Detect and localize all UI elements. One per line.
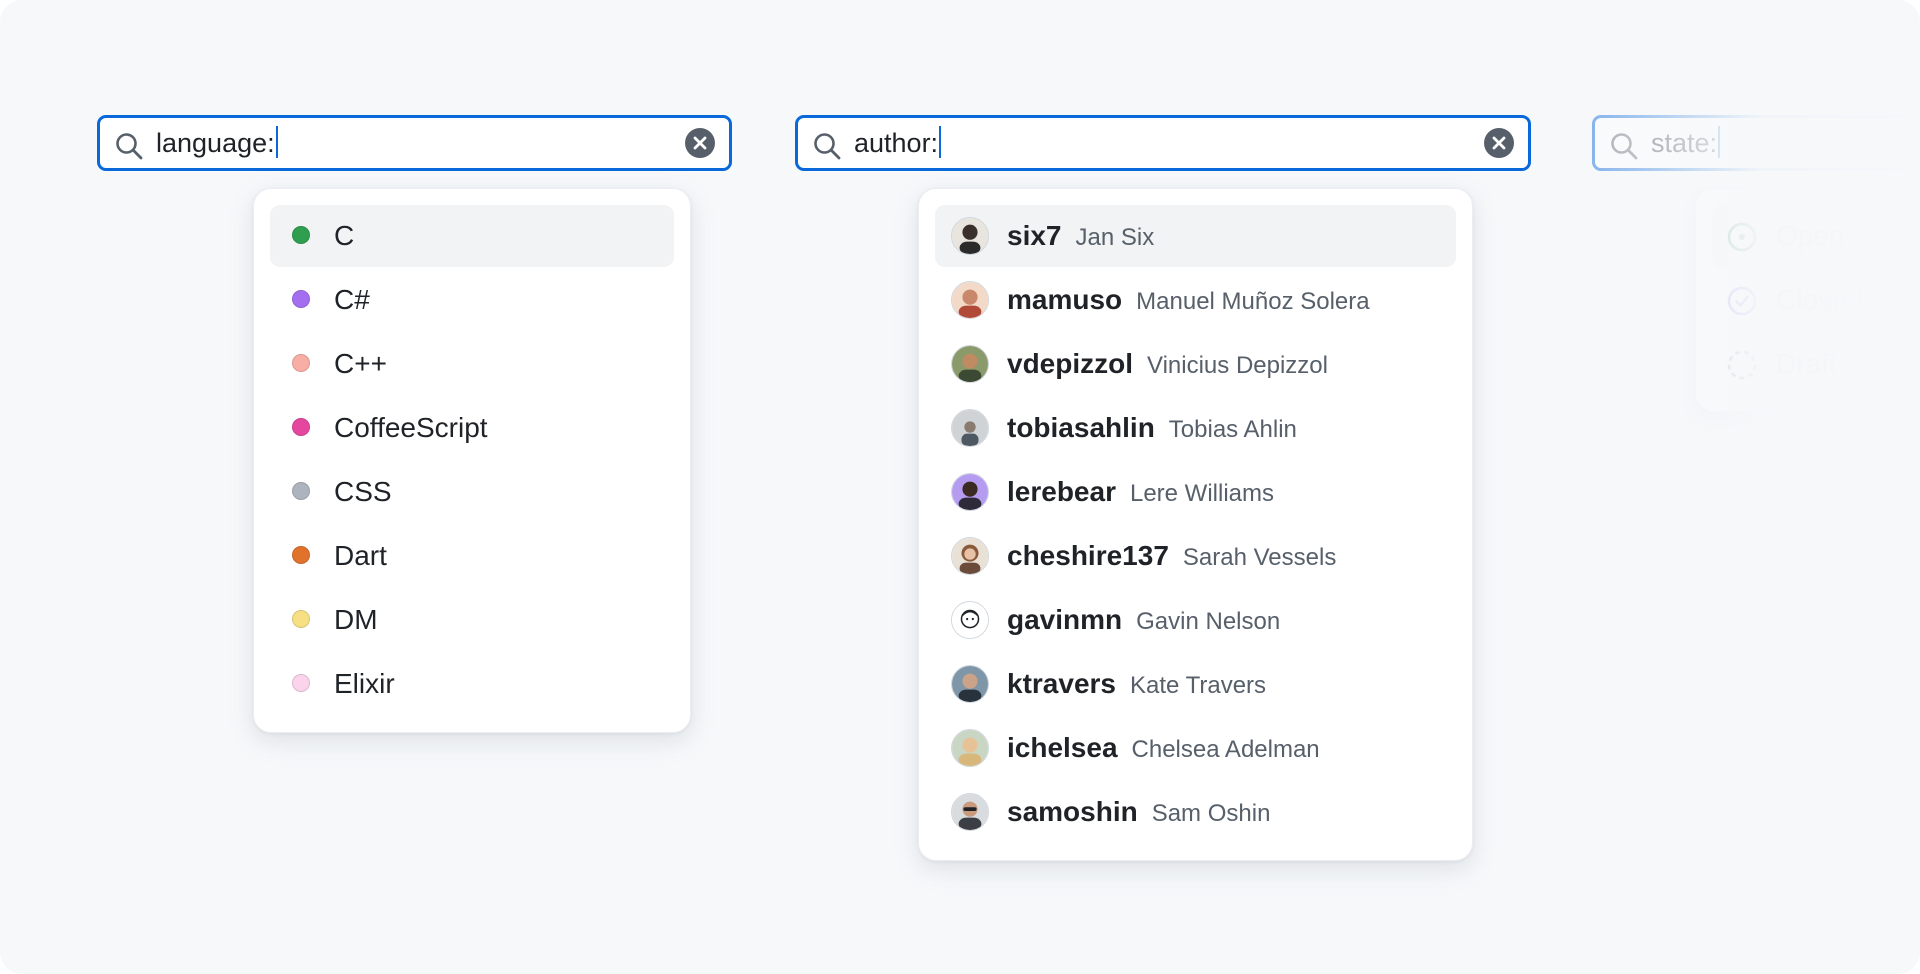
suggestion-option[interactable]: Open xyxy=(1712,205,1920,267)
state-label: Draft xyxy=(1776,348,1837,379)
text-caret xyxy=(1718,126,1721,158)
suggestion-option[interactable]: Draft xyxy=(1712,333,1920,395)
issue-open-icon xyxy=(1727,222,1757,252)
issue-closed-icon xyxy=(1727,286,1757,316)
state-label: Closed xyxy=(1776,284,1864,315)
search-icon xyxy=(1611,133,1638,160)
state-search-input[interactable]: state: xyxy=(1592,115,1920,171)
issue-draft-icon xyxy=(1727,350,1757,380)
suggestion-option[interactable]: Closed xyxy=(1712,269,1920,331)
canvas: language: C C# C++ CoffeeScript CSS Dart… xyxy=(0,0,1920,974)
state-search-group: state: Open Closed Draft xyxy=(0,0,1920,974)
search-query[interactable]: state: xyxy=(1651,118,1721,168)
state-label: Open xyxy=(1776,220,1845,251)
state-suggestions-menu: Open Closed Draft xyxy=(1695,188,1920,412)
